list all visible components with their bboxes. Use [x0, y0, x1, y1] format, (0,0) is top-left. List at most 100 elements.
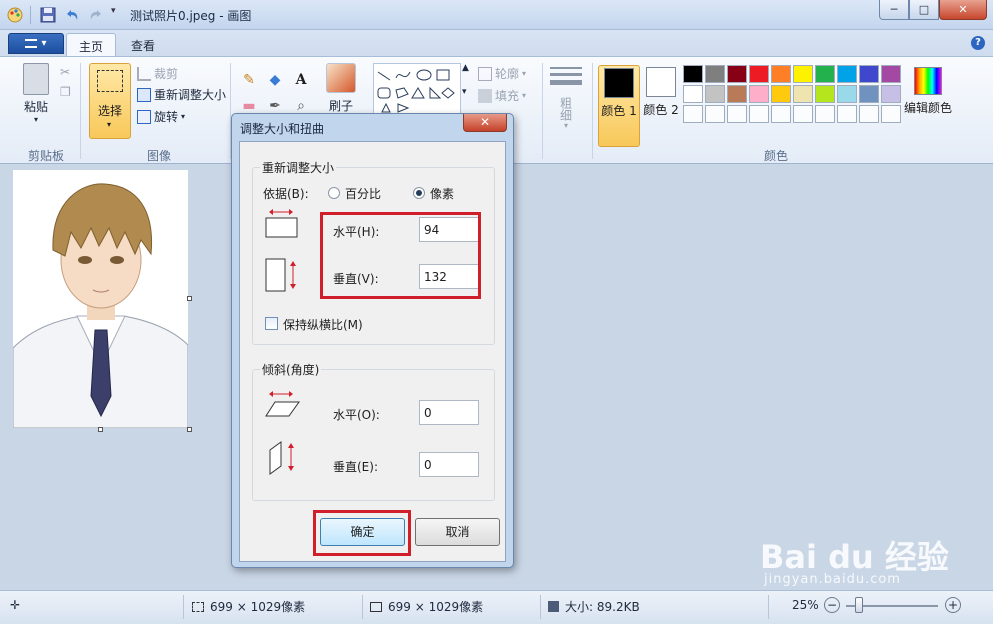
maximize-button[interactable]: □ [909, 0, 939, 20]
image-canvas[interactable] [13, 170, 188, 428]
resize-handle-bottom[interactable] [98, 427, 103, 432]
palette-empty-slot[interactable] [771, 105, 791, 123]
skew-fieldset: 倾斜(角度) 水平(O): 垂直(E): [252, 361, 495, 501]
disk-icon [548, 601, 559, 612]
edit-colors-button[interactable]: 编辑颜色 [903, 65, 953, 116]
divider [592, 63, 593, 159]
divider [768, 595, 769, 619]
divider [183, 595, 184, 619]
palette-color[interactable] [793, 85, 813, 103]
selection-size-status: 699 × 1029像素 [192, 598, 305, 615]
palette-color[interactable] [815, 65, 835, 83]
percent-radio[interactable] [328, 187, 340, 199]
window-title: 测试照片0.jpeg - 画图 [130, 9, 252, 23]
paste-button[interactable]: 粘贴 ▾ [20, 63, 52, 124]
palette-color[interactable] [881, 85, 901, 103]
palette-color[interactable] [705, 85, 725, 103]
rotate-icon [137, 109, 151, 124]
zoom-out-button[interactable]: − [824, 597, 840, 613]
ok-button[interactable]: 确定 [320, 518, 405, 546]
keep-aspect-ratio-checkbox[interactable] [265, 317, 278, 330]
color1-button[interactable]: 颜色 1 [598, 65, 640, 147]
skew-vertical-label: 垂直(E): [333, 460, 378, 474]
palette-color[interactable] [837, 65, 857, 83]
color-palette [683, 65, 901, 123]
dialog-body: 重新调整大小 依据(B): 百分比 像素 水平(H): 垂直(V): 保持纵横比… [239, 141, 506, 562]
cut-icon[interactable]: ✂ [60, 65, 70, 79]
close-button[interactable]: ✕ [939, 0, 987, 20]
palette-color[interactable] [749, 85, 769, 103]
paint-app-icon[interactable] [6, 6, 24, 24]
copy-icon[interactable]: ❐ [60, 85, 71, 99]
vertical-skew-icon [267, 440, 301, 479]
divider [542, 63, 543, 159]
file-menu-button[interactable]: ▾ [8, 33, 64, 54]
fill-icon [478, 88, 492, 103]
palette-color[interactable] [749, 65, 769, 83]
palette-color[interactable] [793, 65, 813, 83]
palette-color[interactable] [837, 85, 857, 103]
fill-bucket-icon[interactable]: ◆ [264, 69, 286, 91]
size-button[interactable]: 粗细 ▾ [550, 65, 582, 130]
palette-color[interactable] [683, 65, 703, 83]
customize-toolbar-icon[interactable]: ▾ [111, 6, 121, 24]
palette-color[interactable] [771, 65, 791, 83]
resize-button[interactable]: 重新调整大小 [137, 86, 226, 103]
palette-empty-slot[interactable] [793, 105, 813, 123]
palette-color[interactable] [815, 85, 835, 103]
resize-handle-corner[interactable] [187, 427, 192, 432]
pixels-radio[interactable] [413, 187, 425, 199]
image-size-icon [370, 601, 382, 612]
dialog-close-button[interactable]: ✕ [463, 114, 507, 132]
palette-empty-slot[interactable] [705, 105, 725, 123]
palette-empty-slot[interactable] [815, 105, 835, 123]
shapes-gallery[interactable] [373, 63, 461, 119]
outline-label: 轮廓 [495, 67, 520, 81]
zoom-in-button[interactable]: + [945, 597, 961, 613]
palette-empty-slot[interactable] [683, 105, 703, 123]
clipboard-icon [23, 63, 49, 95]
skew-vertical-input[interactable] [419, 452, 479, 477]
tab-home[interactable]: 主页 [66, 33, 117, 56]
select-button[interactable]: 选择 ▾ [89, 63, 131, 139]
resize-label: 重新调整大小 [154, 88, 227, 102]
skew-horizontal-label: 水平(O): [333, 408, 380, 422]
crop-button[interactable]: 裁剪 [137, 65, 178, 82]
cancel-button[interactable]: 取消 [415, 518, 500, 546]
image-size-text: 699 × 1029像素 [388, 600, 484, 614]
shapes-more-icon[interactable]: ▾ [462, 87, 467, 97]
palette-color[interactable] [771, 85, 791, 103]
skew-horizontal-input[interactable] [419, 400, 479, 425]
palette-color[interactable] [881, 65, 901, 83]
undo-icon[interactable] [63, 6, 81, 24]
rotate-dropdown-icon: ▾ [181, 112, 186, 121]
color2-button[interactable]: 颜色 2 [640, 65, 682, 147]
file-menu-arrow: ▾ [41, 38, 47, 49]
shapes-scroll-up-icon[interactable]: ▲ [462, 63, 469, 73]
save-icon[interactable] [39, 6, 57, 24]
resize-handle-right[interactable] [187, 296, 192, 301]
brushes-button[interactable]: 刷子 [326, 63, 356, 114]
zoom-slider-thumb[interactable] [855, 597, 863, 613]
palette-color[interactable] [727, 85, 747, 103]
outline-button[interactable]: 轮廓 ▾ [478, 65, 526, 82]
fill-button[interactable]: 填充 ▾ [478, 87, 526, 104]
rotate-button[interactable]: 旋转 ▾ [137, 108, 185, 125]
palette-color[interactable] [705, 65, 725, 83]
palette-color[interactable] [859, 85, 879, 103]
redo-icon[interactable] [87, 6, 105, 24]
help-icon[interactable]: ? [971, 36, 985, 50]
tab-view[interactable]: 查看 [119, 33, 167, 56]
minimize-button[interactable]: ─ [879, 0, 909, 20]
pencil-icon[interactable]: ✎ [238, 69, 260, 91]
palette-color[interactable] [683, 85, 703, 103]
palette-color[interactable] [727, 65, 747, 83]
palette-color[interactable] [859, 65, 879, 83]
text-tool-icon[interactable]: A [290, 69, 312, 91]
palette-empty-slot[interactable] [749, 105, 769, 123]
status-bar: ✛ 699 × 1029像素 699 × 1029像素 大小: 89.2KB 2… [0, 590, 993, 624]
palette-empty-slot[interactable] [881, 105, 901, 123]
palette-empty-slot[interactable] [859, 105, 879, 123]
palette-empty-slot[interactable] [727, 105, 747, 123]
palette-empty-slot[interactable] [837, 105, 857, 123]
